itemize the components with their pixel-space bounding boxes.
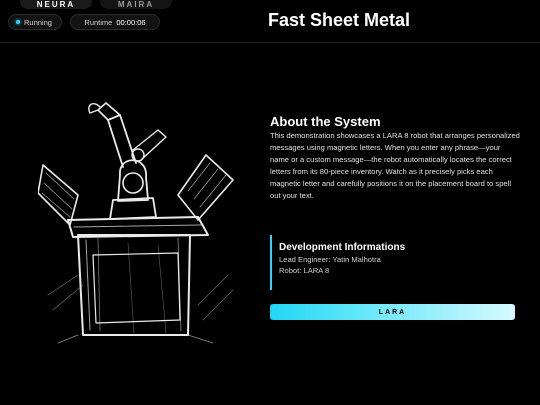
lara-button[interactable]: LARA — [270, 304, 515, 320]
runtime-value: 00:00:06 — [116, 17, 146, 27]
status-label: Running — [24, 17, 52, 27]
robot-model: Robot: LARA 8 — [279, 266, 330, 275]
product-tabs: NEURA MAIRA — [0, 0, 200, 10]
runtime-badge: Runtime 00:00:06 — [70, 14, 160, 30]
status-badge: Running — [8, 14, 62, 30]
header-divider — [0, 42, 540, 43]
runtime-label: Runtime — [84, 17, 113, 27]
robot-sketch-icon — [37, 102, 234, 344]
about-description: This demonstration showcases a LARA 8 ro… — [270, 131, 520, 200]
lead-engineer: Lead Engineer: Yatin Malhotra — [279, 255, 381, 264]
development-title: Development Informations — [279, 242, 406, 253]
robot-illustration — [37, 95, 248, 345]
page-title: Fast Sheet Metal — [268, 10, 411, 30]
about-title: About the System — [270, 114, 381, 129]
tab-neura[interactable]: NEURA — [20, 0, 92, 9]
development-info: Development Informations Lead Engineer: … — [270, 235, 510, 290]
tab-maira[interactable]: MAIRA — [100, 0, 172, 9]
status-dot-icon — [16, 20, 20, 24]
